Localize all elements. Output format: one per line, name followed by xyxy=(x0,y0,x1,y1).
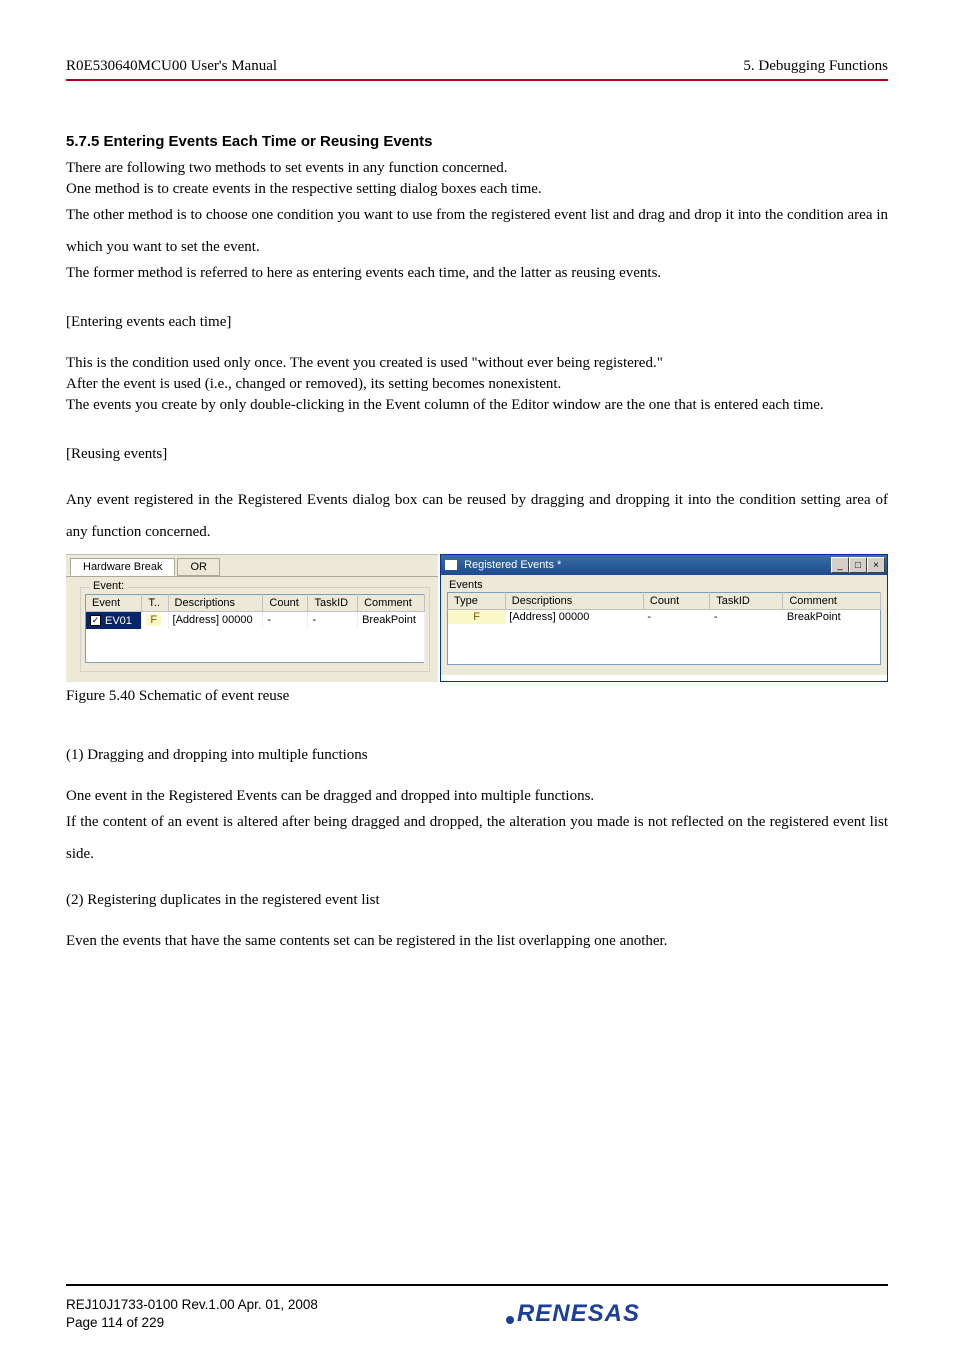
col-count[interactable]: Count xyxy=(643,593,709,610)
logo-text: RENESAS xyxy=(517,1300,640,1328)
col-comment[interactable]: Comment xyxy=(783,593,881,610)
footer-rule xyxy=(66,1284,888,1286)
col-t[interactable]: T.. xyxy=(142,595,168,612)
figure-5-40: Hardware Break OR Event: Event T.. Descr… xyxy=(66,554,888,705)
subheading-reusing: [Reusing events] xyxy=(66,444,888,465)
type-f-cell: F xyxy=(146,614,161,626)
close-button[interactable]: × xyxy=(867,557,885,573)
cell-taskid: - xyxy=(710,610,783,625)
body-text: Any event registered in the Registered E… xyxy=(66,485,888,548)
minimize-button[interactable]: _ xyxy=(831,557,849,573)
body-text: One method is to create events in the re… xyxy=(66,179,888,200)
page-footer: REJ10J1733-0100 Rev.1.00 Apr. 01, 2008 P… xyxy=(66,1284,888,1332)
tab-bar: Hardware Break OR xyxy=(66,555,438,577)
body-text: The other method is to choose one condit… xyxy=(66,200,888,263)
registered-events-table: Type Descriptions Count TaskID Comment F… xyxy=(447,592,881,665)
table-row xyxy=(86,629,425,663)
cell-count: - xyxy=(643,610,709,625)
body-text: This is the condition used only once. Th… xyxy=(66,353,888,374)
col-taskid[interactable]: TaskID xyxy=(308,595,358,612)
col-comment[interactable]: Comment xyxy=(358,595,425,612)
body-text: There are following two methods to set e… xyxy=(66,158,888,179)
fieldset-legend: Event: xyxy=(89,580,128,592)
col-descriptions[interactable]: Descriptions xyxy=(505,593,643,610)
body-text: The former method is referred to here as… xyxy=(66,263,888,284)
col-count[interactable]: Count xyxy=(263,595,308,612)
figure-caption: Figure 5.40 Schematic of event reuse xyxy=(66,688,888,705)
body-text: Even the events that have the same conte… xyxy=(66,931,888,952)
subsection-1-heading: (1) Dragging and dropping into multiple … xyxy=(66,745,888,766)
table-row[interactable]: F [Address] 00000 - - BreakPoint xyxy=(448,610,881,625)
cell-taskid: - xyxy=(308,612,358,629)
cell-comment: BreakPoint xyxy=(358,612,425,629)
window-title: Registered Events * xyxy=(445,559,561,571)
subheading-entering: [Entering events each time] xyxy=(66,312,888,333)
logo-dot-icon xyxy=(506,1316,514,1324)
events-label: Events xyxy=(447,577,881,591)
col-taskid[interactable]: TaskID xyxy=(710,593,783,610)
subsection-2-heading: (2) Registering duplicates in the regist… xyxy=(66,890,888,911)
checkbox-icon[interactable]: ✓ xyxy=(90,615,101,626)
page-header: R0E530640MCU00 User's Manual 5. Debuggin… xyxy=(66,58,888,75)
event-table: Event T.. Descriptions Count TaskID Comm… xyxy=(85,594,425,663)
col-descriptions[interactable]: Descriptions xyxy=(168,595,263,612)
col-event[interactable]: Event xyxy=(86,595,142,612)
body-text: The events you create by only double-cli… xyxy=(66,395,888,416)
section-heading: 5.7.5 Entering Events Each Time or Reusi… xyxy=(66,133,888,150)
event-checkbox-cell[interactable]: ✓ EV01 xyxy=(90,615,134,627)
col-type[interactable]: Type xyxy=(448,593,506,610)
cell-desc: [Address] 00000 xyxy=(168,612,263,629)
event-fieldset: Event: Event T.. Descriptions Count Task… xyxy=(80,587,430,672)
footer-page-number: Page 114 of 229 xyxy=(66,1314,318,1332)
app-icon xyxy=(445,560,457,570)
body-text: After the event is used (i.e., changed o… xyxy=(66,374,888,395)
tab-or[interactable]: OR xyxy=(177,558,220,576)
cell-count: - xyxy=(263,612,308,629)
body-text: One event in the Registered Events can b… xyxy=(66,786,888,807)
table-header-row: Type Descriptions Count TaskID Comment xyxy=(448,593,881,610)
hardware-break-panel: Hardware Break OR Event: Event T.. Descr… xyxy=(66,554,438,682)
table-row xyxy=(448,624,881,664)
event-id: EV01 xyxy=(103,615,134,627)
table-header-row: Event T.. Descriptions Count TaskID Comm… xyxy=(86,595,425,612)
tab-hardware-break[interactable]: Hardware Break xyxy=(70,558,175,576)
registered-events-window: Registered Events * _ □ × Events Type De… xyxy=(440,554,888,682)
window-titlebar[interactable]: Registered Events * _ □ × xyxy=(441,555,887,575)
type-f-cell: F xyxy=(448,610,506,625)
body-text: If the content of an event is altered af… xyxy=(66,807,888,870)
cell-desc: [Address] 00000 xyxy=(505,610,643,625)
cell-comment: BreakPoint xyxy=(783,610,881,625)
footer-doc-id: REJ10J1733-0100 Rev.1.00 Apr. 01, 2008 xyxy=(66,1296,318,1314)
header-right: 5. Debugging Functions xyxy=(743,58,888,75)
renesas-logo: RENESAS xyxy=(506,1300,640,1328)
table-row[interactable]: ✓ EV01 F [Address] 00000 - - BreakPoint xyxy=(86,612,425,629)
maximize-button[interactable]: □ xyxy=(849,557,867,573)
header-left: R0E530640MCU00 User's Manual xyxy=(66,58,277,75)
